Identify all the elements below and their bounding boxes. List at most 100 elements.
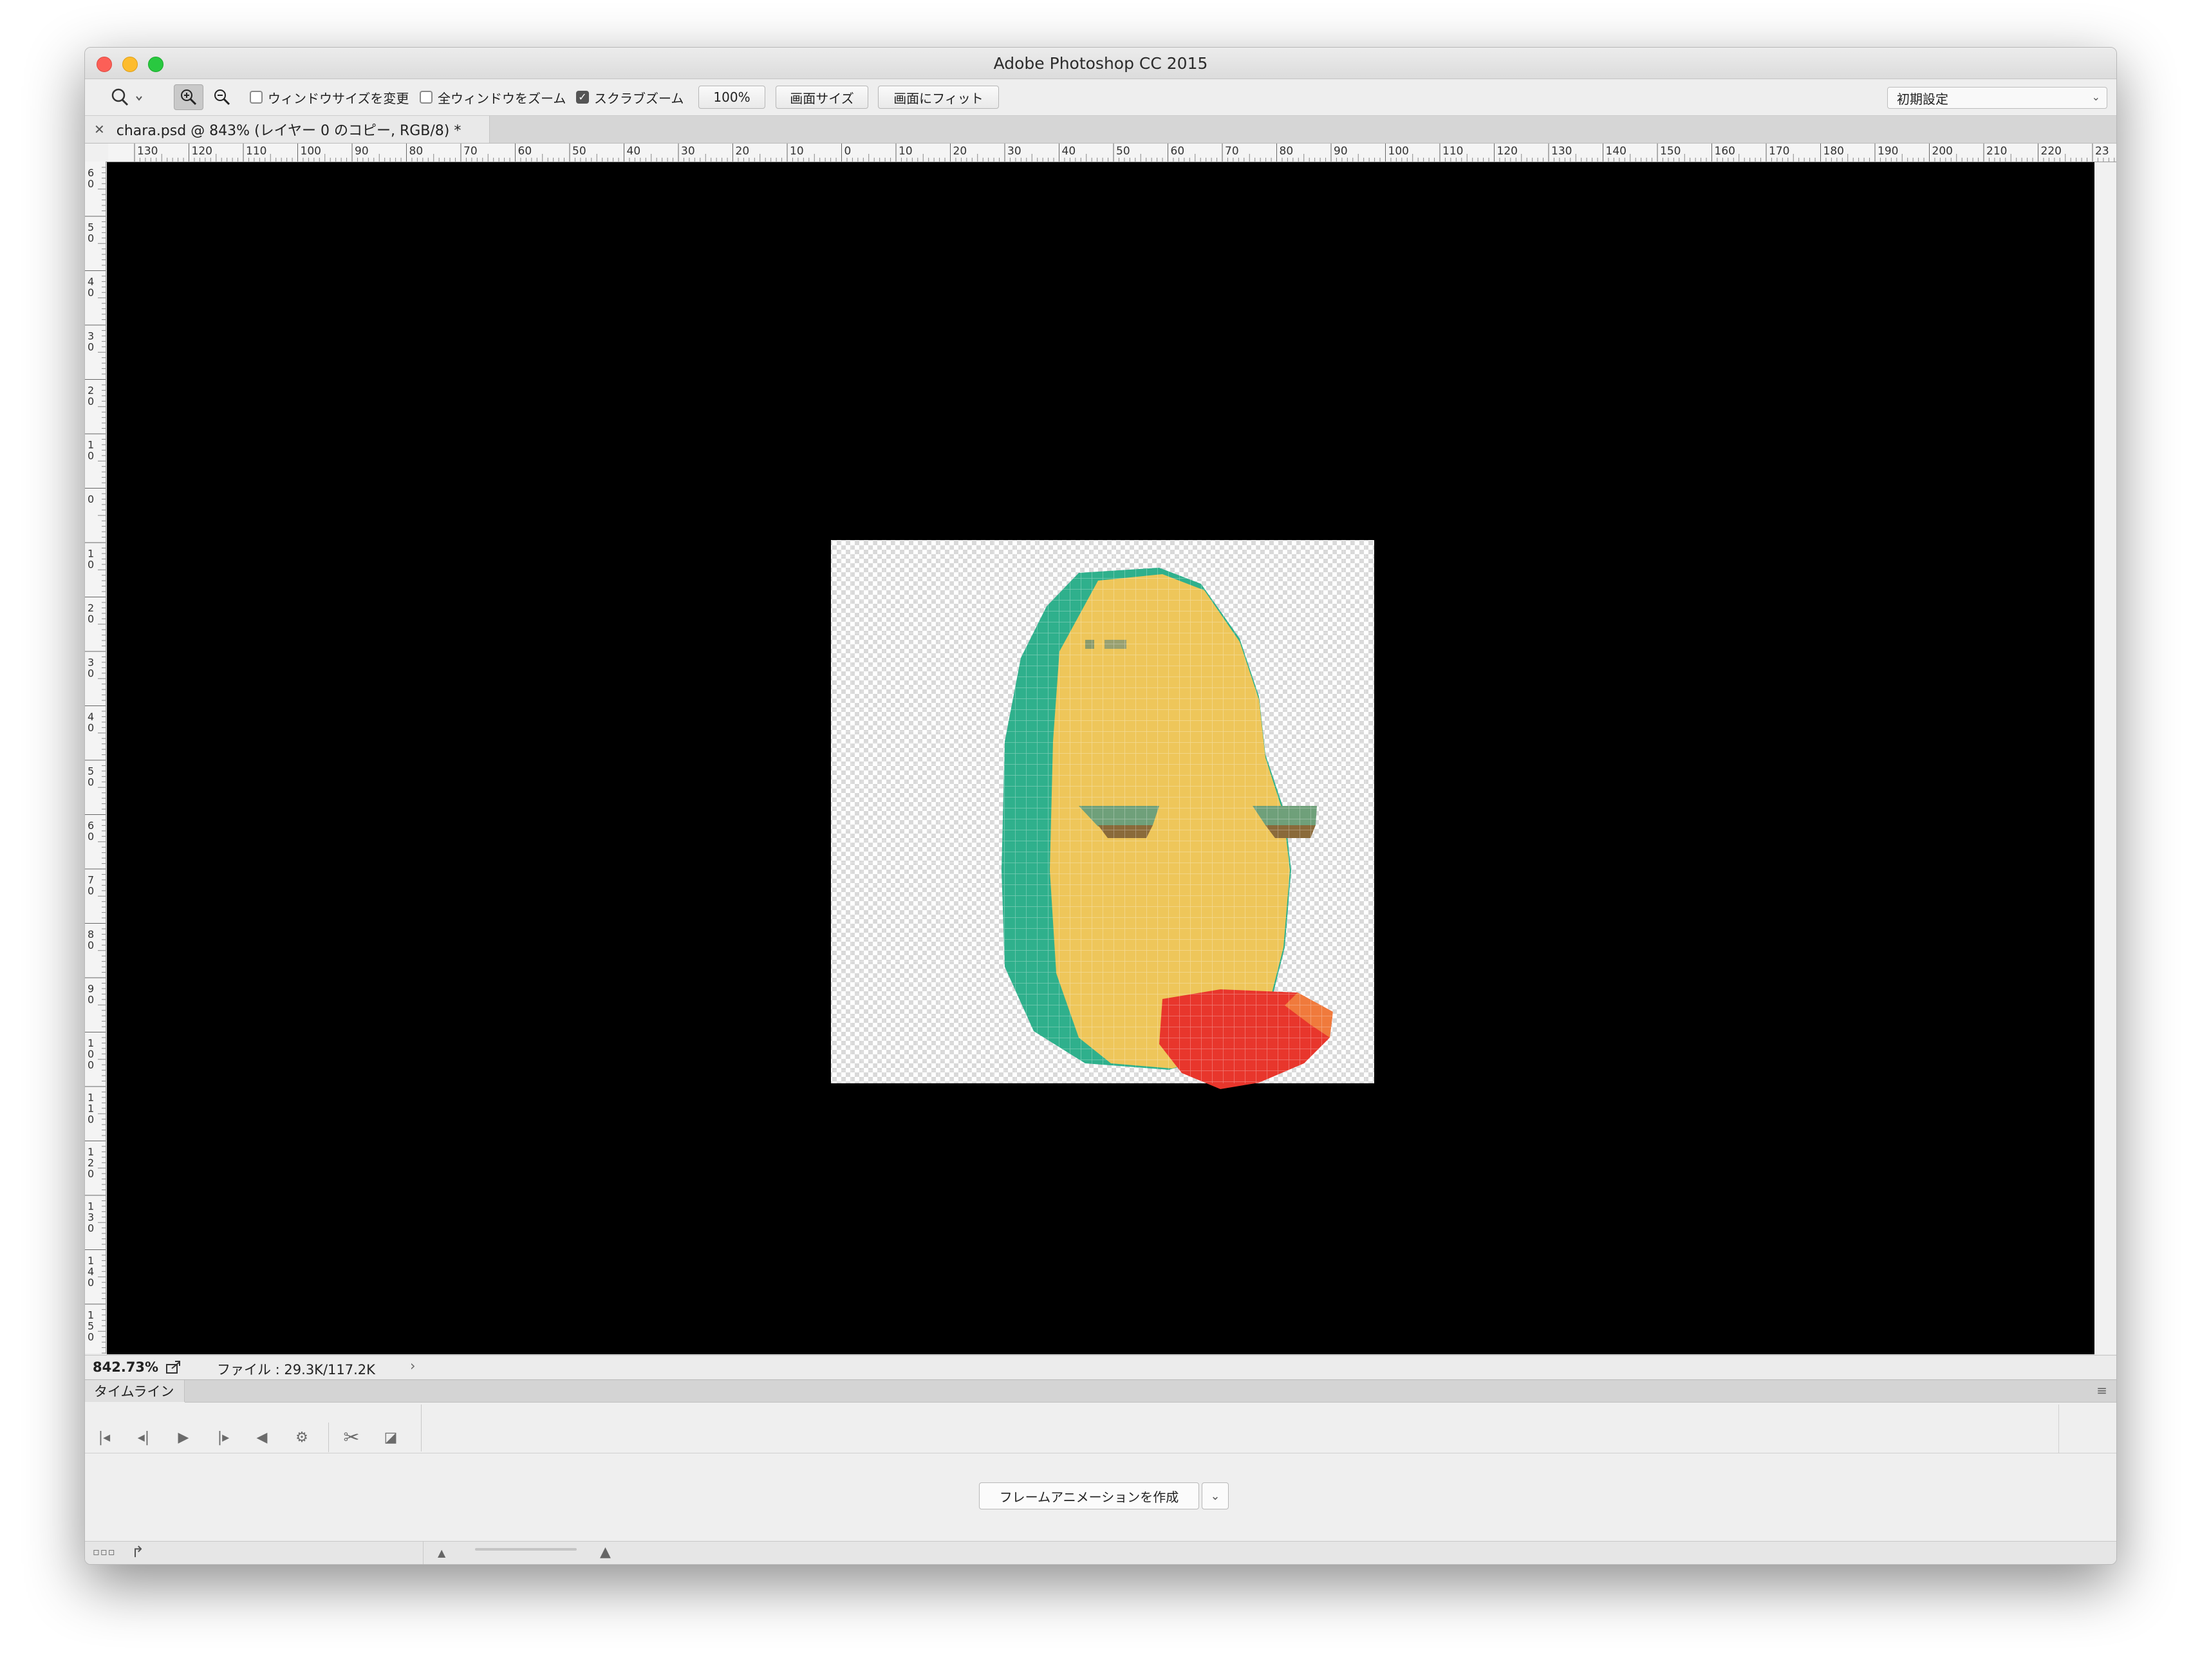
audio-button[interactable]: ◀ xyxy=(250,1425,274,1450)
timeline-tab[interactable]: タイムライン xyxy=(85,1380,185,1402)
zoom-in-icon xyxy=(181,89,197,106)
ruler-origin[interactable] xyxy=(85,144,109,162)
next-frame-button[interactable]: |▸ xyxy=(211,1425,236,1450)
ruler-label: 40 xyxy=(1062,145,1076,158)
ruler-label: 0 xyxy=(88,613,94,625)
ruler-label: 0 xyxy=(88,939,94,951)
footer-divider xyxy=(423,1542,424,1564)
horizontal-ruler[interactable]: 130 120 110 100 90 80 70 60 50 40 30 20 10 0 10 20 30 40 5… xyxy=(108,144,2116,162)
previous-frame-button[interactable]: ◂| xyxy=(131,1425,156,1450)
ruler-label: 0 xyxy=(88,994,94,1006)
ruler-label: 10 xyxy=(899,145,913,158)
ruler-label: 120 xyxy=(192,145,212,158)
options-bar: ウィンドウサイズを変更 全ウィンドウをズーム ✓ スクラブズーム 100% 画面… xyxy=(85,79,2116,116)
chevron-right-icon[interactable]: › xyxy=(410,1358,415,1374)
resize-windows-checkbox[interactable] xyxy=(250,91,263,104)
zoom-in-mountain-icon[interactable]: ▲ xyxy=(600,1544,611,1560)
chevron-down-icon: ⌄ xyxy=(2091,91,2100,103)
zoom-all-windows-label: 全ウィンドウをズーム xyxy=(438,90,566,106)
scrubby-zoom-label: スクラブズーム xyxy=(594,90,684,106)
resize-windows-option[interactable]: ウィンドウサイズを変更 xyxy=(250,86,409,109)
ruler-label: 0 xyxy=(88,493,94,505)
vertical-scrollbar[interactable] xyxy=(2094,162,2116,1354)
document-canvas[interactable] xyxy=(107,162,2094,1354)
workspace-select[interactable]: 初期設定 ⌄ xyxy=(1887,87,2107,109)
ruler-label: 23 xyxy=(2095,145,2109,158)
ruler-label: 0 xyxy=(88,667,94,680)
previous-frame-icon: ◂| xyxy=(137,1429,150,1446)
first-frame-icon: |◂ xyxy=(98,1429,111,1446)
zoom-in-button[interactable] xyxy=(174,84,203,110)
ruler-label: 90 xyxy=(355,145,369,158)
ruler-label: 0 xyxy=(844,145,852,158)
close-tab-icon[interactable]: ✕ xyxy=(94,122,105,137)
ruler-label: 80 xyxy=(1280,145,1294,158)
vertical-ruler-ticks: 6050403020100102030405060708090100110120… xyxy=(85,167,106,1354)
ruler-label: 10 xyxy=(790,145,804,158)
ruler-label: 130 xyxy=(137,145,158,158)
go-to-first-frame-button[interactable]: |◂ xyxy=(92,1425,117,1450)
create-frame-animation-button[interactable]: フレームアニメーションを作成 xyxy=(979,1482,1199,1509)
ruler-label: 0 xyxy=(88,1114,94,1126)
zoom-out-button[interactable] xyxy=(209,84,236,110)
status-bar: 842.73% ファイル : 29.3K/117.2K › xyxy=(85,1355,2116,1379)
scissors-icon: ✂ xyxy=(343,1426,360,1449)
zoom-level[interactable]: 842.73% xyxy=(93,1359,158,1375)
vertical-ruler[interactable]: 6050403020100102030405060708090100110120… xyxy=(85,162,106,1354)
window-title: Adobe Photoshop CC 2015 xyxy=(993,54,1208,73)
ruler-label: 110 xyxy=(1442,145,1463,158)
ruler-label: 60 xyxy=(518,145,532,158)
artwork xyxy=(831,540,1374,1089)
ruler-label: 160 xyxy=(1715,145,1735,158)
ruler-label: 0 xyxy=(88,1331,94,1343)
ruler-label: 0 xyxy=(88,722,94,734)
ruler-label: 0 xyxy=(88,1168,94,1180)
ruler-label: 20 xyxy=(953,145,967,158)
frame-view-icon[interactable]: ▫▫▫ xyxy=(93,1545,116,1558)
timeline-zoom-slider[interactable] xyxy=(475,1548,577,1551)
ruler-label: 50 xyxy=(572,145,586,158)
convert-icon[interactable]: ↱ xyxy=(131,1543,144,1561)
ruler-label: 0 xyxy=(88,232,94,245)
zoom-100-button[interactable]: 100% xyxy=(698,86,765,109)
tool-preset-picker[interactable] xyxy=(107,84,147,110)
playback-settings-button[interactable]: ⚙ xyxy=(290,1425,314,1450)
ruler-label: 140 xyxy=(1606,145,1627,158)
gear-icon: ⚙ xyxy=(295,1429,308,1446)
ruler-label: 0 xyxy=(88,178,94,190)
horizontal-ruler-ticks: 130 120 110 100 90 80 70 60 50 40 30 20 10 0 10 20 30 40 5… xyxy=(134,144,2115,162)
play-icon: ▶ xyxy=(178,1429,189,1446)
timeline-tab-label: タイムライン xyxy=(94,1384,174,1399)
file-info: ファイル : 29.3K/117.2K xyxy=(217,1362,375,1377)
ruler-label: 220 xyxy=(2041,145,2062,158)
ruler-label: 50 xyxy=(1116,145,1130,158)
ruler-label: 0 xyxy=(88,559,94,571)
zoom-out-mountain-icon[interactable]: ▲ xyxy=(438,1547,445,1559)
ruler-label: 0 xyxy=(88,1276,94,1289)
ruler-label: 0 xyxy=(88,450,94,462)
ruler-label: 80 xyxy=(409,145,424,158)
ruler-label: 190 xyxy=(1878,145,1898,158)
zoom-all-windows-checkbox[interactable] xyxy=(420,91,433,104)
share-icon[interactable] xyxy=(165,1359,182,1375)
ruler-label: 0 xyxy=(88,286,94,299)
ruler-label: 210 xyxy=(1986,145,2007,158)
ruler-label: 70 xyxy=(1225,145,1239,158)
scrubby-zoom-checkbox[interactable]: ✓ xyxy=(576,91,589,104)
create-animation-dropdown[interactable]: ⌄ xyxy=(1202,1482,1229,1509)
panel-menu-icon[interactable]: ≡ xyxy=(2096,1383,2107,1398)
zoom-all-windows-option[interactable]: 全ウィンドウをズーム xyxy=(420,86,566,109)
ruler-label: 200 xyxy=(1932,145,1953,158)
split-button[interactable]: ✂ xyxy=(339,1425,364,1450)
play-button[interactable]: ▶ xyxy=(171,1425,196,1450)
ruler-label: 30 xyxy=(681,145,695,158)
pixel-grid xyxy=(831,540,1374,1083)
fill-screen-button[interactable]: 画面にフィット xyxy=(878,86,999,109)
ruler-label: 110 xyxy=(246,145,266,158)
scrubby-zoom-option[interactable]: ✓ スクラブズーム xyxy=(576,86,684,109)
fit-screen-button[interactable]: 画面サイズ xyxy=(776,86,868,109)
document-tab[interactable]: ✕ chara.psd @ 843% (レイヤー 0 のコピー, RGB/8) … xyxy=(85,116,490,143)
next-frame-icon: |▸ xyxy=(217,1429,230,1446)
transition-button[interactable]: ◪ xyxy=(378,1425,403,1450)
speaker-icon: ◀ xyxy=(256,1429,268,1446)
